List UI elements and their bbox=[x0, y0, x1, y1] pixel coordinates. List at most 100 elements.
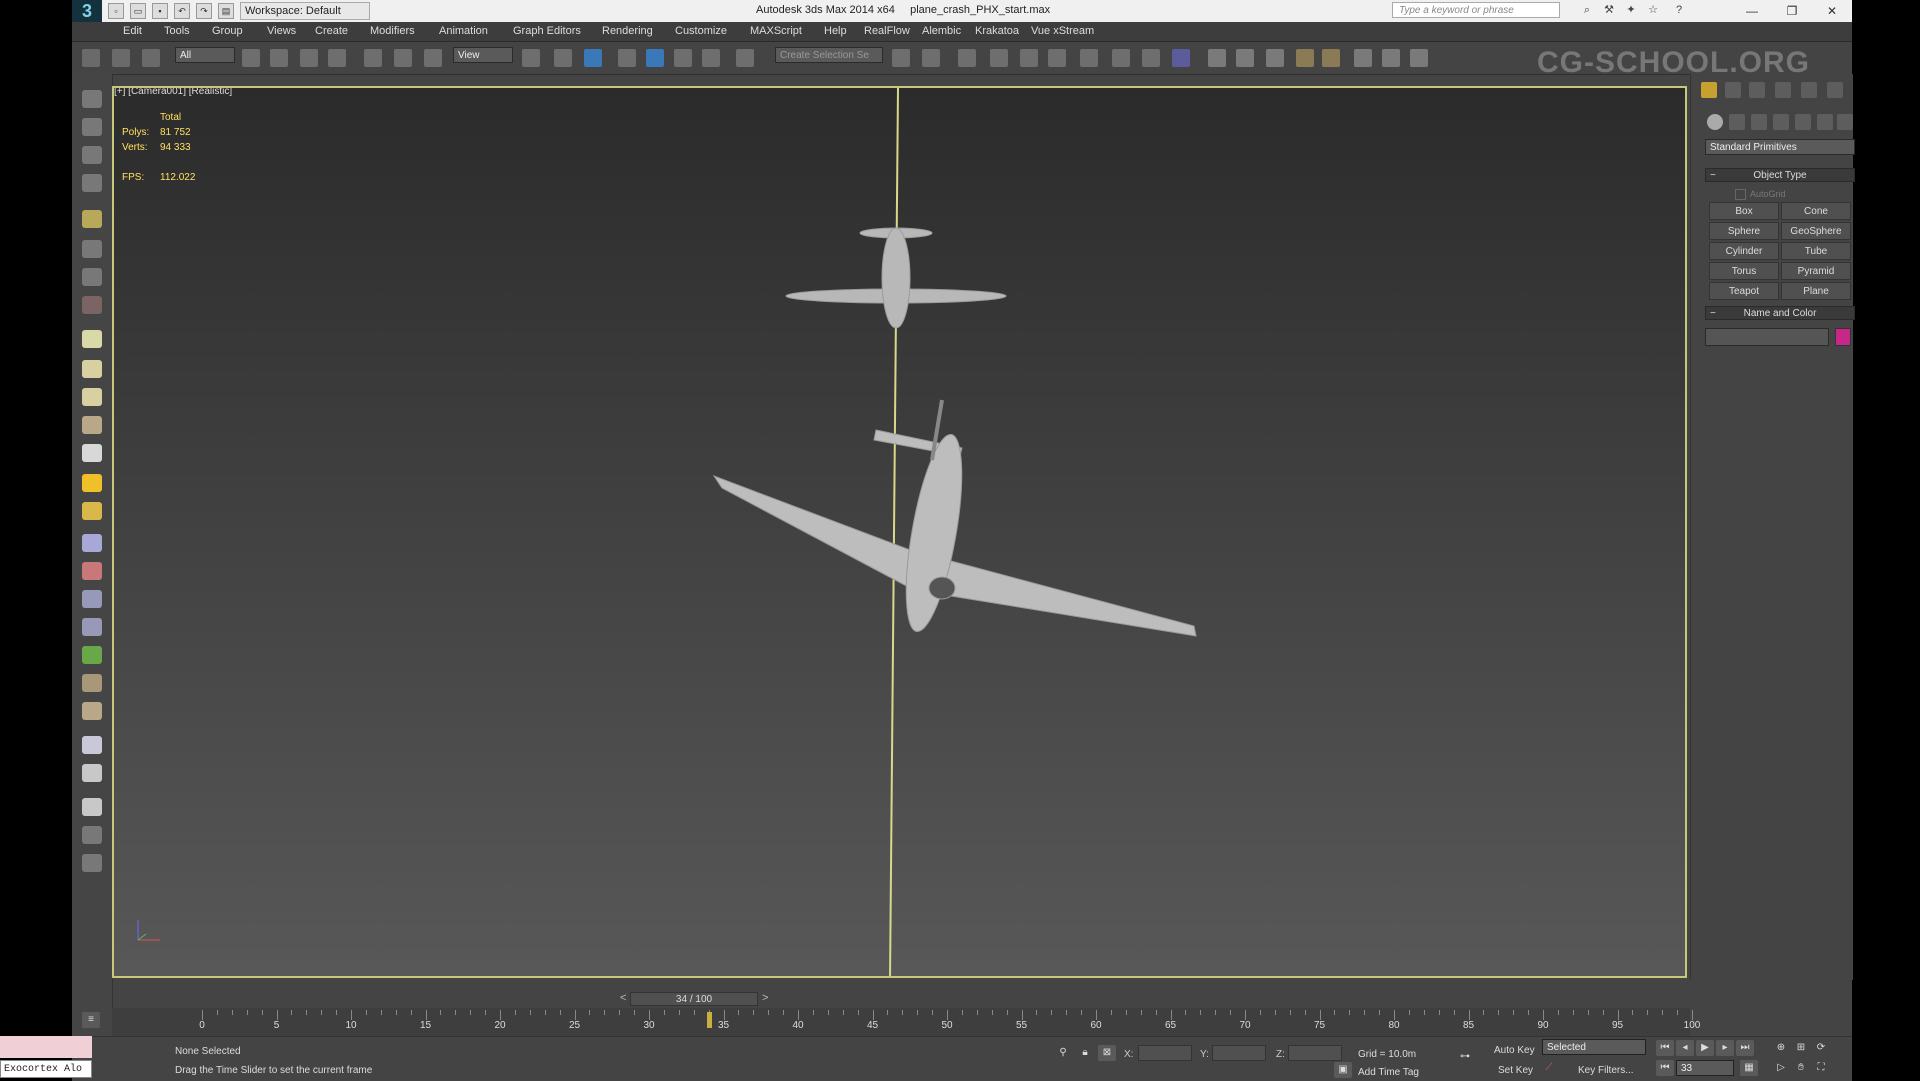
auto-key-button[interactable]: Auto Key bbox=[1494, 1045, 1535, 1056]
play-icon[interactable]: ▶ bbox=[1696, 1040, 1714, 1056]
time-configuration-icon[interactable]: ▦ bbox=[1740, 1060, 1758, 1076]
search-input[interactable]: Type a keyword or phrase bbox=[1392, 2, 1560, 18]
workspace-dropdown[interactable]: Workspace: Default bbox=[240, 2, 370, 20]
foreground-airplane-model[interactable] bbox=[712, 399, 1197, 637]
camera-tool-icon[interactable] bbox=[82, 240, 102, 258]
menu-rendering[interactable]: Rendering bbox=[602, 25, 653, 37]
absolute-mode-icon[interactable]: ⊠ bbox=[1098, 1045, 1116, 1061]
object-color-swatch[interactable] bbox=[1835, 328, 1851, 346]
motion-tool-icon[interactable] bbox=[82, 174, 102, 192]
graphite-ribbon-icon[interactable] bbox=[990, 49, 1008, 67]
phoenix-source-icon[interactable] bbox=[82, 416, 102, 434]
menu-graph-editors[interactable]: Graph Editors bbox=[513, 25, 581, 37]
menu-modifiers[interactable]: Modifiers bbox=[370, 25, 415, 37]
percent-snap-icon[interactable] bbox=[674, 49, 692, 67]
torus-button[interactable]: Torus bbox=[1709, 262, 1779, 280]
z-coord-field[interactable] bbox=[1288, 1045, 1342, 1061]
tube-button[interactable]: Tube bbox=[1781, 242, 1851, 260]
ox-tool-icon[interactable] bbox=[82, 702, 102, 720]
subscription-icon[interactable]: ⚒ bbox=[1602, 3, 1616, 17]
phoenix-fd-helper-icon[interactable] bbox=[1296, 49, 1314, 67]
maxscript-mini-listener[interactable]: Exocortex Alo bbox=[0, 1060, 92, 1078]
time-slider-thumb[interactable]: 34 / 100 bbox=[630, 992, 758, 1006]
y-coord-field[interactable] bbox=[1212, 1045, 1266, 1061]
create-panel-icon[interactable] bbox=[82, 90, 102, 108]
menu-group[interactable]: Group bbox=[212, 25, 243, 37]
angle-snap-icon[interactable] bbox=[646, 49, 664, 67]
spacewarp-tool-icon[interactable] bbox=[82, 296, 102, 314]
create-tab-icon[interactable] bbox=[1701, 82, 1717, 98]
phoenix-fire-icon[interactable] bbox=[82, 360, 102, 378]
sun-light-icon[interactable] bbox=[82, 474, 102, 492]
menu-animation[interactable]: Animation bbox=[439, 25, 488, 37]
new-file-icon[interactable]: ▫ bbox=[108, 3, 124, 19]
close-button[interactable]: ✕ bbox=[1812, 0, 1852, 22]
lights-category-icon[interactable] bbox=[1751, 114, 1767, 130]
name-and-color-rollout[interactable]: − Name and Color bbox=[1705, 306, 1855, 320]
x-coord-field[interactable] bbox=[1138, 1045, 1192, 1061]
render-production-icon[interactable] bbox=[1172, 49, 1190, 67]
window-crossing-icon[interactable] bbox=[328, 49, 346, 67]
named-selection-dropdown[interactable]: Create Selection Se bbox=[775, 47, 883, 63]
phoenix-grid-tool-icon[interactable] bbox=[82, 330, 102, 348]
script-tool-icon[interactable] bbox=[82, 826, 102, 844]
menu-customize[interactable]: Customize bbox=[675, 25, 727, 37]
restore-button[interactable]: ❐ bbox=[1772, 0, 1812, 22]
mini-curve-editor-icon[interactable]: ≡ bbox=[82, 1012, 100, 1028]
plane-button[interactable]: Plane bbox=[1781, 282, 1851, 300]
bind-to-space-warp-icon[interactable] bbox=[142, 49, 160, 67]
mass-fx-icon[interactable] bbox=[82, 562, 102, 580]
cloth-tool-icon[interactable] bbox=[82, 590, 102, 608]
go-to-end-icon[interactable]: ⏭ bbox=[1736, 1040, 1754, 1056]
time-slider[interactable]: < 34 / 100 > bbox=[112, 990, 1690, 1008]
render-setup-icon[interactable] bbox=[1112, 49, 1130, 67]
menu-create[interactable]: Create bbox=[315, 25, 348, 37]
utilities-tab-icon[interactable] bbox=[1827, 82, 1843, 98]
pan-view-icon[interactable]: ✋︎ bbox=[1792, 1060, 1810, 1076]
key-mode-dropdown[interactable]: Selected bbox=[1542, 1039, 1646, 1055]
time-tag-icon[interactable]: ▣ bbox=[1334, 1062, 1352, 1078]
set-key-button[interactable]: Set Key bbox=[1498, 1065, 1533, 1076]
phoenix-liquid-icon[interactable] bbox=[82, 388, 102, 406]
redo-icon[interactable]: ↷ bbox=[196, 3, 212, 19]
help-icon[interactable]: ? bbox=[1672, 3, 1686, 17]
phoenix-cone-icon[interactable] bbox=[82, 444, 102, 462]
mirror-icon[interactable] bbox=[892, 49, 910, 67]
key-filters-button[interactable]: Key Filters... bbox=[1578, 1065, 1634, 1076]
selection-lock-icon[interactable]: 🔒︎ bbox=[1076, 1045, 1094, 1061]
object-name-field[interactable] bbox=[1705, 328, 1829, 346]
communication-center-icon[interactable]: ✦ bbox=[1624, 3, 1638, 17]
curve-editor-icon[interactable] bbox=[1020, 49, 1038, 67]
autogrid-checkbox[interactable]: AutoGrid bbox=[1735, 189, 1786, 201]
box-button[interactable]: Box bbox=[1709, 202, 1779, 220]
phoenix-fd-sim-icon[interactable] bbox=[1266, 49, 1284, 67]
isolate-selection-icon[interactable]: ⚲ bbox=[1054, 1045, 1072, 1061]
favorites-star-icon[interactable]: ☆ bbox=[1646, 3, 1660, 17]
hierarchy-tool-icon[interactable] bbox=[82, 146, 102, 164]
key-mode-toggle-icon[interactable]: ⏮ bbox=[1656, 1060, 1674, 1076]
geometry-category-icon[interactable] bbox=[1707, 114, 1723, 130]
select-object-icon[interactable] bbox=[242, 49, 260, 67]
go-to-start-icon[interactable]: ⏮ bbox=[1656, 1040, 1674, 1056]
hair-fur-icon[interactable] bbox=[82, 618, 102, 636]
next-frame-arrow-icon[interactable]: > bbox=[762, 992, 768, 1004]
helpers-category-icon[interactable] bbox=[1795, 114, 1811, 130]
zoom-icon[interactable]: ⊕ bbox=[1772, 1040, 1790, 1056]
schematic-view-icon[interactable] bbox=[1048, 49, 1066, 67]
shapes-category-icon[interactable] bbox=[1729, 114, 1745, 130]
menu-help[interactable]: Help bbox=[824, 25, 847, 37]
distant-airplane-model[interactable] bbox=[785, 227, 1007, 329]
align-icon[interactable] bbox=[922, 49, 940, 67]
menu-realflow[interactable]: RealFlow bbox=[864, 25, 910, 37]
key-icon[interactable]: ⊶ bbox=[1456, 1049, 1474, 1065]
menu-views[interactable]: Views bbox=[267, 25, 296, 37]
phoenix-fd-render-icon[interactable] bbox=[1354, 49, 1372, 67]
track-bar[interactable]: ≡ 0 5 10 15 20 25 30 35 40 45 50 55 60 65 70 75 80 85 90 95… bbox=[82, 1008, 1700, 1036]
prev-frame-arrow-icon[interactable]: < bbox=[620, 992, 626, 1004]
maximize-viewport-icon[interactable]: ⛶ bbox=[1812, 1060, 1830, 1076]
selection-filter-dropdown[interactable]: All bbox=[175, 47, 235, 63]
cylinder-button[interactable]: Cylinder bbox=[1709, 242, 1779, 260]
snaps-toggle-icon[interactable] bbox=[618, 49, 636, 67]
modify-tab-icon[interactable] bbox=[1725, 82, 1741, 98]
scene-explorer-icon[interactable] bbox=[82, 798, 102, 816]
